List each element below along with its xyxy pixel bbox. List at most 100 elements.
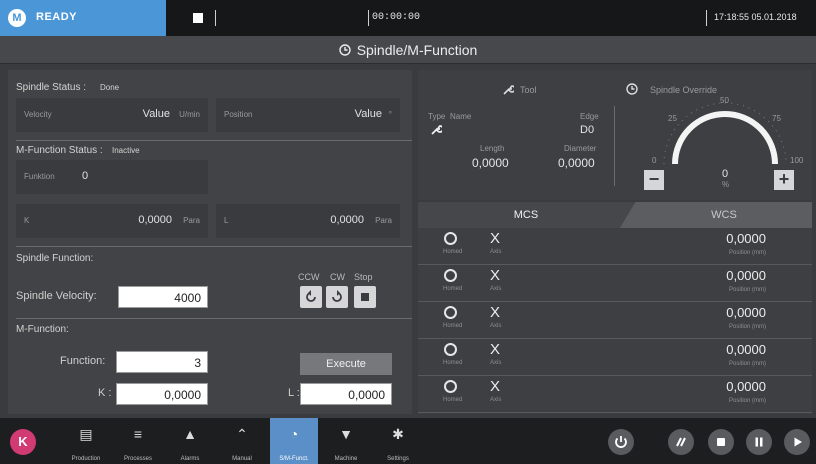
funktion-value: 0 [82, 170, 89, 182]
rotate-cw-icon [332, 290, 342, 302]
status-bar: M READY 00:00:00 17:18:55 05.01.2018 [0, 0, 816, 36]
homed-indicator-icon [444, 269, 457, 282]
nav-label: Processes [123, 456, 152, 462]
cw-button[interactable] [326, 286, 348, 308]
divider [368, 10, 369, 26]
l-input[interactable]: 0,0000 [300, 383, 392, 405]
override-increase-button[interactable]: + [774, 170, 794, 190]
axis-name: X [490, 378, 501, 395]
pause-button[interactable] [746, 429, 772, 455]
tool-override-panel: Tool Type Name Edge D0 Length 0,0000 Dia… [418, 70, 812, 200]
run-timer: 00:00:00 [372, 12, 421, 23]
bottom-nav: K ▤ Production ≡ Processes ▲ Alarms ⌃ Ma… [0, 418, 816, 464]
homed-indicator-icon [444, 306, 457, 319]
position-value: Value [354, 108, 382, 120]
mode-badge: M [8, 9, 26, 27]
production-icon: ▤ [79, 426, 93, 442]
l-unit: Para [375, 216, 392, 225]
feed-hold-button[interactable] [668, 429, 694, 455]
homed-label: Homed [443, 286, 463, 292]
spindle-function-label: Spindle Function: [16, 253, 94, 264]
position-label: Position [224, 110, 253, 119]
power-button[interactable] [608, 429, 634, 455]
spindle-status-value: Done [100, 83, 120, 92]
divider [16, 140, 412, 141]
spindle-velocity-label: Spindle Velocity: [16, 290, 97, 302]
execute-button[interactable]: Execute [300, 353, 392, 375]
axis-position-value: 0,0000 [726, 342, 766, 357]
spindle-stop-button[interactable] [354, 286, 376, 308]
tick-50: 50 [720, 96, 729, 105]
axis-label: Axis [490, 249, 502, 255]
tool-title: Tool [520, 85, 537, 95]
velocity-unit: U/min [179, 110, 200, 119]
mfunction-status-value: Inactive [112, 146, 140, 155]
stop-label: Stop [354, 272, 373, 282]
tab-mcs[interactable]: MCS [418, 202, 634, 228]
machine-state-label: READY [36, 11, 78, 23]
k-input-label: K : [98, 387, 112, 399]
axis-name: X [490, 267, 501, 284]
user-k-button[interactable]: K [10, 429, 36, 455]
k-value: 0,0000 [138, 214, 172, 226]
k-readout: K 0,0000 Para [16, 204, 208, 238]
k-label: K [24, 216, 30, 225]
tick-25: 25 [668, 114, 677, 123]
nav-machine[interactable]: ▼ Machine [322, 418, 370, 464]
machine-icon: ▼ [339, 426, 353, 442]
axis-row: Homed X Axis 0,0000 Position (mm) [418, 265, 812, 302]
divider [706, 10, 707, 26]
funktion-readout: Funktion 0 [16, 160, 208, 194]
axis-position-value: 0,0000 [726, 305, 766, 320]
velocity-label: Velocity [24, 110, 52, 119]
homed-label: Homed [443, 360, 463, 366]
divider [614, 106, 615, 186]
position-unit-label: Position (mm) [728, 287, 766, 293]
position-unit: ° [388, 110, 392, 119]
override-decrease-button[interactable]: − [644, 170, 664, 190]
spindle-mfunction-panel: Spindle Status : Done Velocity Value U/m… [8, 70, 412, 414]
tick-100: 100 [790, 156, 804, 165]
diameter-label: Diameter [564, 144, 597, 153]
ccw-button[interactable] [300, 286, 322, 308]
axis-position-value: 0,0000 [726, 268, 766, 283]
nav-production[interactable]: ▤ Production [62, 418, 110, 464]
axis-row: Homed X Axis 0,0000 Position (mm) [418, 376, 812, 413]
stop-icon [717, 438, 725, 446]
start-button[interactable] [784, 429, 810, 455]
diameter-value: 0,0000 [558, 156, 595, 170]
tool-name-label: Name [450, 112, 472, 121]
axis-row: Homed X Axis 0,0000 Position (mm) [418, 302, 812, 339]
l-value: 0,0000 [330, 214, 364, 226]
nav-alarms[interactable]: ▲ Alarms [166, 418, 214, 464]
nav-manual[interactable]: ⌃ Manual [218, 418, 266, 464]
stop-icon [193, 13, 203, 23]
axis-name: X [490, 304, 501, 321]
manual-icon: ⌃ [236, 426, 248, 442]
spindle-velocity-input[interactable]: 4000 [118, 286, 208, 308]
axis-label: Axis [490, 397, 502, 403]
spindle-status-label: Spindle Status : [16, 82, 87, 93]
homed-label: Homed [443, 249, 463, 255]
nav-label: Manual [232, 456, 252, 462]
edge-label: Edge [580, 112, 599, 121]
gear-icon: ✱ [392, 426, 404, 442]
override-unit: % [722, 180, 730, 189]
spindle-icon: ◔ [289, 426, 299, 442]
nav-settings[interactable]: ✱ Settings [374, 418, 422, 464]
nav-sm-function[interactable]: ◔ S/M-Funct. [270, 418, 318, 464]
nav-processes[interactable]: ≡ Processes [114, 418, 162, 464]
k-input[interactable]: 0,0000 [116, 383, 208, 405]
position-unit-label: Position (mm) [728, 324, 766, 330]
tab-wcs[interactable]: WCS [620, 202, 812, 228]
stop-button[interactable] [708, 429, 734, 455]
homed-indicator-icon [444, 232, 457, 245]
axis-label: Axis [490, 286, 502, 292]
length-label: Length [480, 144, 505, 153]
title-bar: Spindle/M-Function [0, 36, 816, 64]
function-input[interactable]: 3 [116, 351, 208, 373]
spindle-icon [626, 83, 638, 95]
divider [215, 10, 216, 26]
homed-label: Homed [443, 397, 463, 403]
position-unit-label: Position (mm) [728, 361, 766, 367]
